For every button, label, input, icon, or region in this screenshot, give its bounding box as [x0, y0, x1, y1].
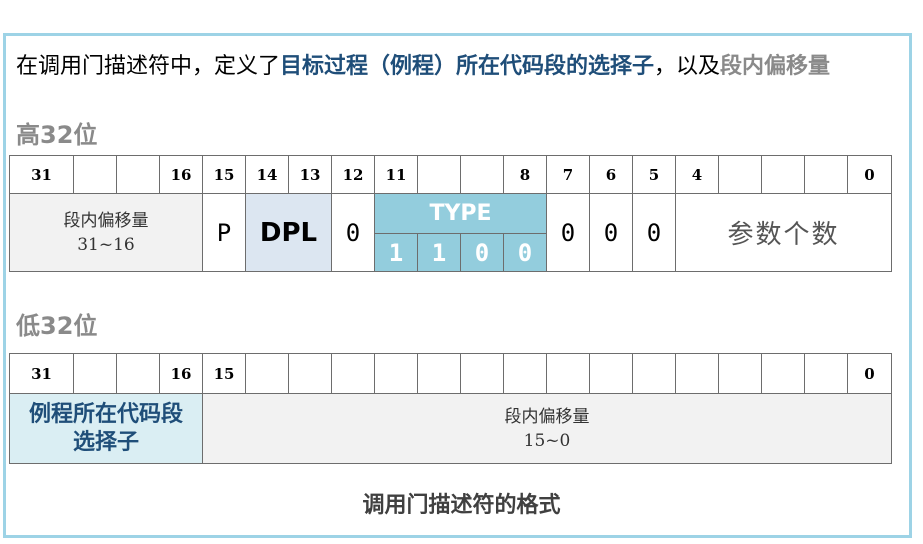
low-bit-number-row: 31 16 15 0 — [9, 353, 892, 394]
bit-number — [73, 155, 117, 194]
bit-number — [718, 353, 762, 394]
offset-high-range: 31~16 — [77, 234, 135, 255]
bit-number — [460, 155, 504, 194]
bit-number: 16 — [159, 353, 203, 394]
bit-number: 12 — [331, 155, 375, 194]
bit-number: 0 — [847, 155, 892, 194]
bit-number — [116, 353, 160, 394]
type-bit-9: 0 — [460, 233, 504, 272]
param-count-field: 参数个数 — [675, 193, 892, 272]
intro-part-3: ，以及 — [654, 54, 721, 79]
bit-number: 4 — [675, 155, 719, 194]
selector-field: 例程所在代码段 选择子 — [9, 393, 203, 464]
intro-part-1: 在调用门描述符中，定义了 — [16, 54, 281, 79]
dpl-field: DPL — [245, 193, 332, 272]
bit-number: 6 — [589, 155, 633, 194]
intro-sentence: 在调用门描述符中，定义了目标过程（例程）所在代码段的选择子，以及段内偏移量 — [16, 48, 830, 80]
intro-highlight-selector: 目标过程（例程）所在代码段的选择子 — [280, 54, 655, 79]
bit-number — [804, 155, 848, 194]
bit-number: 8 — [503, 155, 547, 194]
type-bit-10: 1 — [417, 233, 461, 272]
bit-number — [460, 353, 504, 394]
bit-number: 11 — [374, 155, 418, 194]
bit-number: 15 — [202, 155, 246, 194]
high-32-bit-table: 31 16 15 14 13 12 11 8 7 6 5 4 0 段内偏移量 3… — [9, 155, 892, 272]
low-field-row: 例程所在代码段 选择子 段内偏移量 15~0 — [9, 393, 892, 464]
bit-number: 16 — [159, 155, 203, 194]
bit-number — [503, 353, 547, 394]
offset-low-range: 15~0 — [523, 430, 571, 451]
selector-label-line1: 例程所在代码段 — [28, 401, 183, 427]
bit-number — [718, 155, 762, 194]
bit-number — [331, 353, 375, 394]
bit-12-field: 0 — [331, 193, 375, 272]
bit-number — [546, 353, 590, 394]
high-bit-number-row: 31 16 15 14 13 12 11 8 7 6 5 4 0 — [9, 155, 892, 194]
type-bit-8: 0 — [503, 233, 547, 272]
bit-number — [73, 353, 117, 394]
intro-highlight-offset: 段内偏移量 — [720, 54, 831, 79]
offset-low-field: 段内偏移量 15~0 — [202, 393, 892, 464]
bit-number — [245, 353, 289, 394]
bit-number: 0 — [847, 353, 892, 394]
figure-caption: 调用门描述符的格式 — [362, 493, 561, 518]
high-field-row-1: 段内偏移量 31~16 P DPL 0 TYPE 0 0 0 参数个数 — [9, 193, 892, 272]
bit-number — [632, 353, 676, 394]
bit-number: 14 — [245, 155, 289, 194]
bit-number: 7 — [546, 155, 590, 194]
type-bit-11: 1 — [374, 233, 418, 272]
bit-number — [804, 353, 848, 394]
bit-7-field: 0 — [546, 193, 590, 272]
bit-number — [288, 353, 332, 394]
bit-number: 13 — [288, 155, 332, 194]
bit-number: 31 — [9, 353, 74, 394]
bit-number — [417, 155, 461, 194]
offset-high-field: 段内偏移量 31~16 — [9, 193, 203, 272]
high-32-title: 高32位 — [16, 121, 98, 149]
offset-low-label: 段内偏移量 — [504, 406, 590, 427]
bit-number: 5 — [632, 155, 676, 194]
p-bit-field: P — [202, 193, 246, 272]
bit-number — [417, 353, 461, 394]
selector-label-line2: 选择子 — [72, 429, 139, 455]
bit-number — [761, 155, 805, 194]
bit-number — [675, 353, 719, 394]
low-32-bit-table: 31 16 15 0 例程所在代码段 选择子 段内偏移量 15~0 — [9, 353, 892, 464]
type-field-label: TYPE — [374, 193, 547, 234]
bit-number: 15 — [202, 353, 246, 394]
low-32-title: 低32位 — [16, 312, 98, 340]
bit-number: 31 — [9, 155, 74, 194]
bit-6-field: 0 — [589, 193, 633, 272]
bit-number — [589, 353, 633, 394]
bit-number — [116, 155, 160, 194]
bit-number — [761, 353, 805, 394]
bit-5-field: 0 — [632, 193, 676, 272]
bit-number — [374, 353, 418, 394]
offset-high-label: 段内偏移量 — [63, 210, 149, 231]
